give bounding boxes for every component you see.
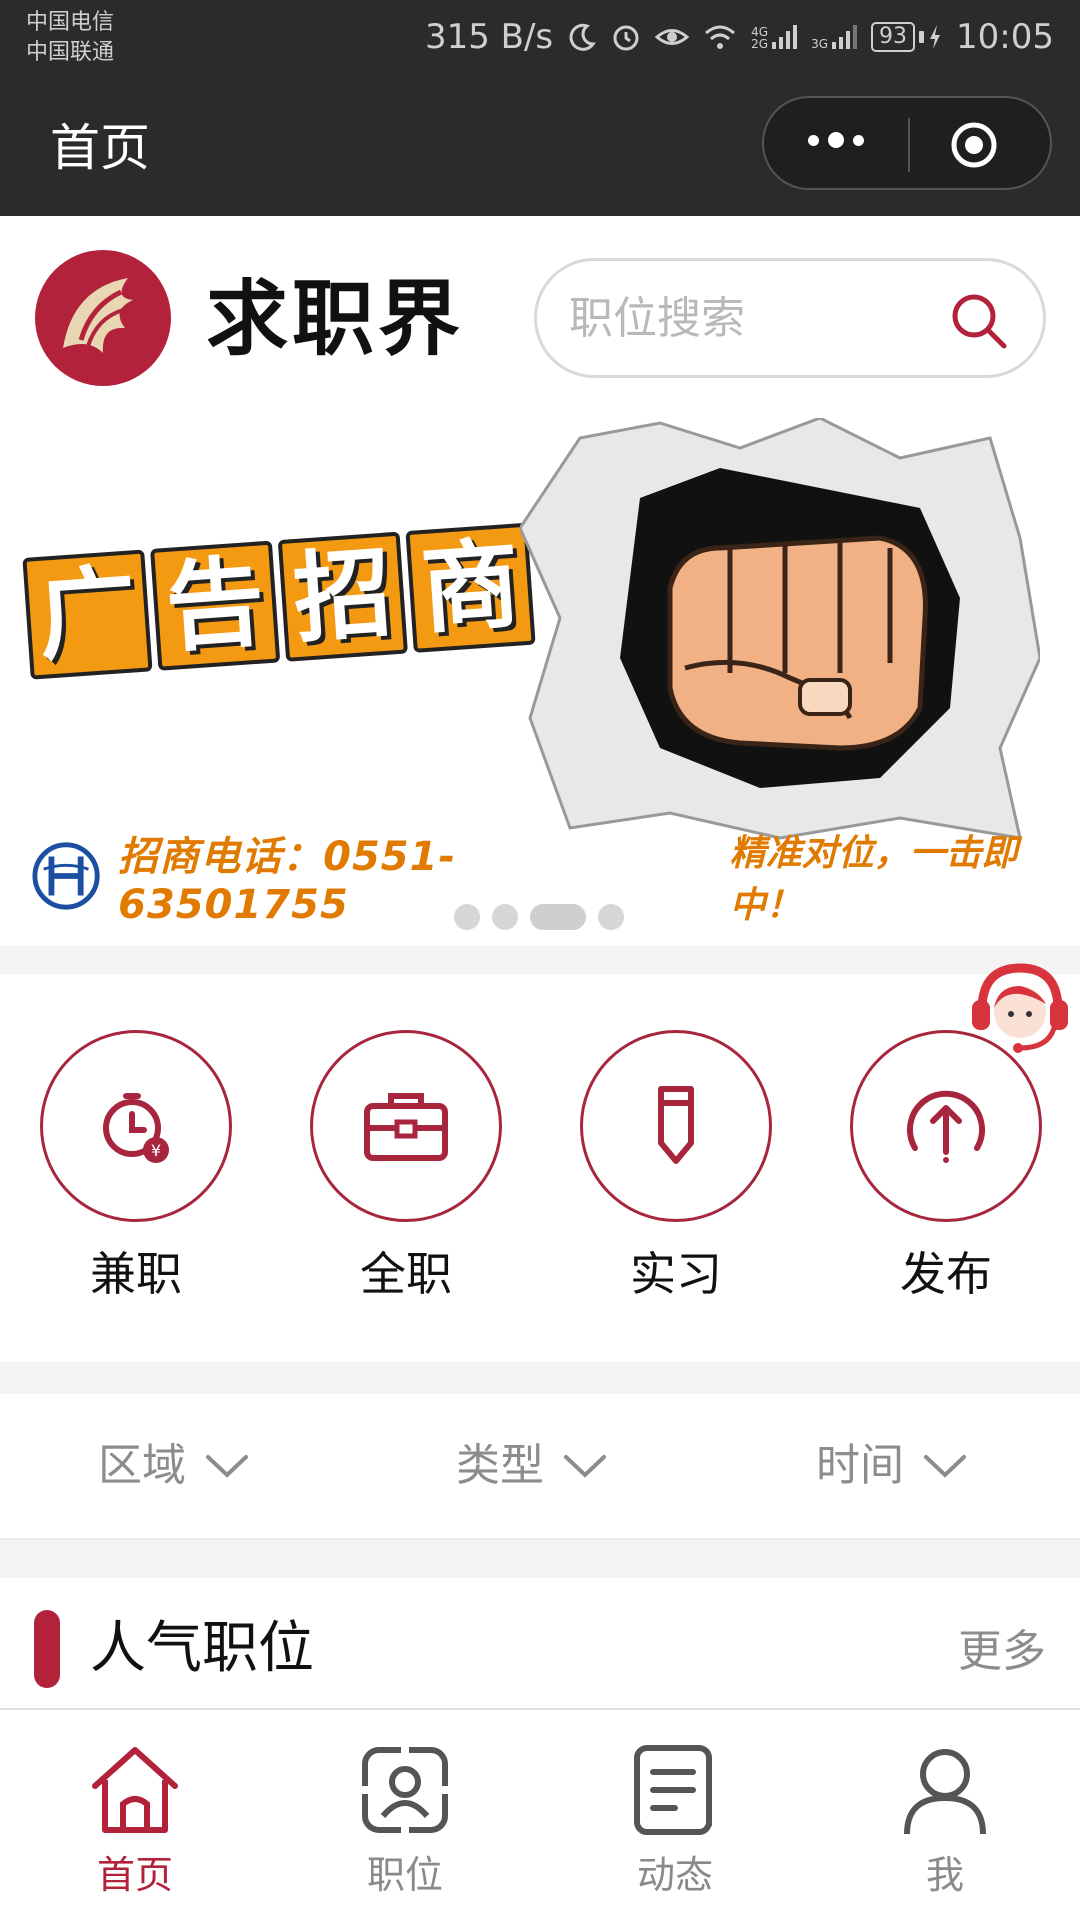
tab-news[interactable]: 动态 xyxy=(590,1740,760,1900)
tab-label: 首页 xyxy=(96,1853,173,1897)
battery-indicator: 93 xyxy=(871,22,942,52)
carrier-1: 中国电信 xyxy=(26,10,115,35)
category-label: 兼职 xyxy=(90,1247,182,1301)
company-mark-icon xyxy=(32,842,100,910)
mini-program-nav-bar: 首页 xyxy=(0,80,1080,216)
home-icon xyxy=(92,1747,178,1833)
capsule-divider xyxy=(908,118,910,172)
position-icon xyxy=(359,1744,451,1836)
chevron-down-icon xyxy=(206,1455,248,1478)
category-label: 全职 xyxy=(360,1247,452,1301)
status-bar: 中国电信 中国联通 315 B/s 4G 2G 3G 93 10:05 xyxy=(0,0,1080,80)
ad-title-char: 告 xyxy=(150,540,281,671)
wifi-icon xyxy=(703,22,737,52)
filter-label: 时间 xyxy=(816,1440,904,1491)
brand-name: 求职界 xyxy=(206,272,465,367)
section-accent-bar xyxy=(34,1610,60,1688)
carousel-dot[interactable] xyxy=(492,904,518,930)
briefcase-icon xyxy=(310,1030,502,1222)
ad-title: 广 告 招 商 xyxy=(22,522,541,680)
ad-slogan: 精准对位，一击即中！ xyxy=(729,833,1018,926)
tab-me[interactable]: 我 xyxy=(860,1740,1030,1900)
tab-label: 职位 xyxy=(366,1853,443,1897)
network-speed: 315 B/s xyxy=(424,17,554,57)
category-label: 实习 xyxy=(630,1247,722,1301)
carousel-dot-active[interactable] xyxy=(530,904,586,930)
carrier-info: 中国电信 中国联通 xyxy=(26,8,114,68)
ad-banner[interactable]: 广 告 招 商 招商电话：0551-63501755 精准对位，一击即中！ xyxy=(0,410,1080,940)
chevron-down-icon xyxy=(564,1455,606,1478)
filter-region[interactable]: 区域 xyxy=(98,1436,250,1496)
clock-time: 10:05 xyxy=(956,17,1054,57)
category-grid: ¥ 兼职 全职 实习 发布 xyxy=(0,974,1080,1362)
chevron-down-icon xyxy=(924,1455,966,1478)
news-icon xyxy=(634,1745,712,1835)
user-icon xyxy=(904,1749,986,1835)
carrier-2: 中国联通 xyxy=(26,40,115,65)
more-dots-icon[interactable] xyxy=(808,132,864,148)
ad-title-char: 招 xyxy=(277,531,409,662)
ad-title-char: 商 xyxy=(405,522,536,653)
category-publish[interactable]: 发布 xyxy=(850,1030,1046,1304)
section-divider xyxy=(0,1362,1080,1394)
tab-positions[interactable]: 职位 xyxy=(320,1740,490,1900)
alarm-icon xyxy=(611,22,641,52)
category-label: 发布 xyxy=(900,1247,992,1301)
target-icon[interactable] xyxy=(950,121,998,173)
carousel-indicators xyxy=(454,904,624,930)
search-box[interactable]: 职位搜索 xyxy=(534,258,1046,378)
search-placeholder: 职位搜索 xyxy=(569,293,745,344)
tab-label: 动态 xyxy=(636,1853,713,1897)
filter-label: 区域 xyxy=(98,1440,186,1491)
battery-level: 93 xyxy=(871,22,916,52)
page-title: 首页 xyxy=(50,119,150,177)
eye-icon xyxy=(655,22,690,52)
brand-logo xyxy=(33,248,173,388)
status-indicators: 315 B/s 4G 2G 3G 93 10:05 xyxy=(425,12,1054,62)
category-internship[interactable]: 实习 xyxy=(580,1030,776,1304)
signal-icon-2: 3G xyxy=(811,24,858,50)
carousel-dot[interactable] xyxy=(454,904,480,930)
section-divider xyxy=(0,946,1080,974)
filter-bar: 区域 类型 时间 xyxy=(0,1394,1080,1540)
category-part-time[interactable]: ¥ 兼职 xyxy=(40,1030,236,1304)
signal-icon-1: 4G 2G xyxy=(751,24,798,50)
part-time-clock-icon: ¥ xyxy=(40,1030,232,1222)
bottom-tab-bar: 首页 职位 动态 我 xyxy=(0,1708,1080,1920)
moon-icon xyxy=(567,22,597,52)
ad-title-char: 广 xyxy=(22,549,153,680)
pencil-icon xyxy=(580,1030,772,1222)
tab-home[interactable]: 首页 xyxy=(50,1740,220,1900)
capsule-menu xyxy=(762,96,1052,190)
carousel-dot[interactable] xyxy=(598,904,624,930)
more-link[interactable]: 更多 xyxy=(958,1624,1046,1680)
category-full-time[interactable]: 全职 xyxy=(310,1030,506,1304)
customer-service-icon[interactable] xyxy=(968,956,1072,1060)
filter-type[interactable]: 类型 xyxy=(456,1436,608,1496)
fist-illustration xyxy=(518,416,1042,852)
filter-label: 类型 xyxy=(456,1440,544,1491)
popular-jobs-header: 人气职位 更多 xyxy=(0,1578,1080,1708)
svg-text:¥: ¥ xyxy=(151,1141,161,1160)
search-icon[interactable] xyxy=(949,291,1009,355)
tab-label: 我 xyxy=(925,1853,964,1897)
filter-time[interactable]: 时间 xyxy=(816,1436,968,1496)
section-divider xyxy=(0,1540,1080,1578)
section-title: 人气职位 xyxy=(90,1616,314,1681)
